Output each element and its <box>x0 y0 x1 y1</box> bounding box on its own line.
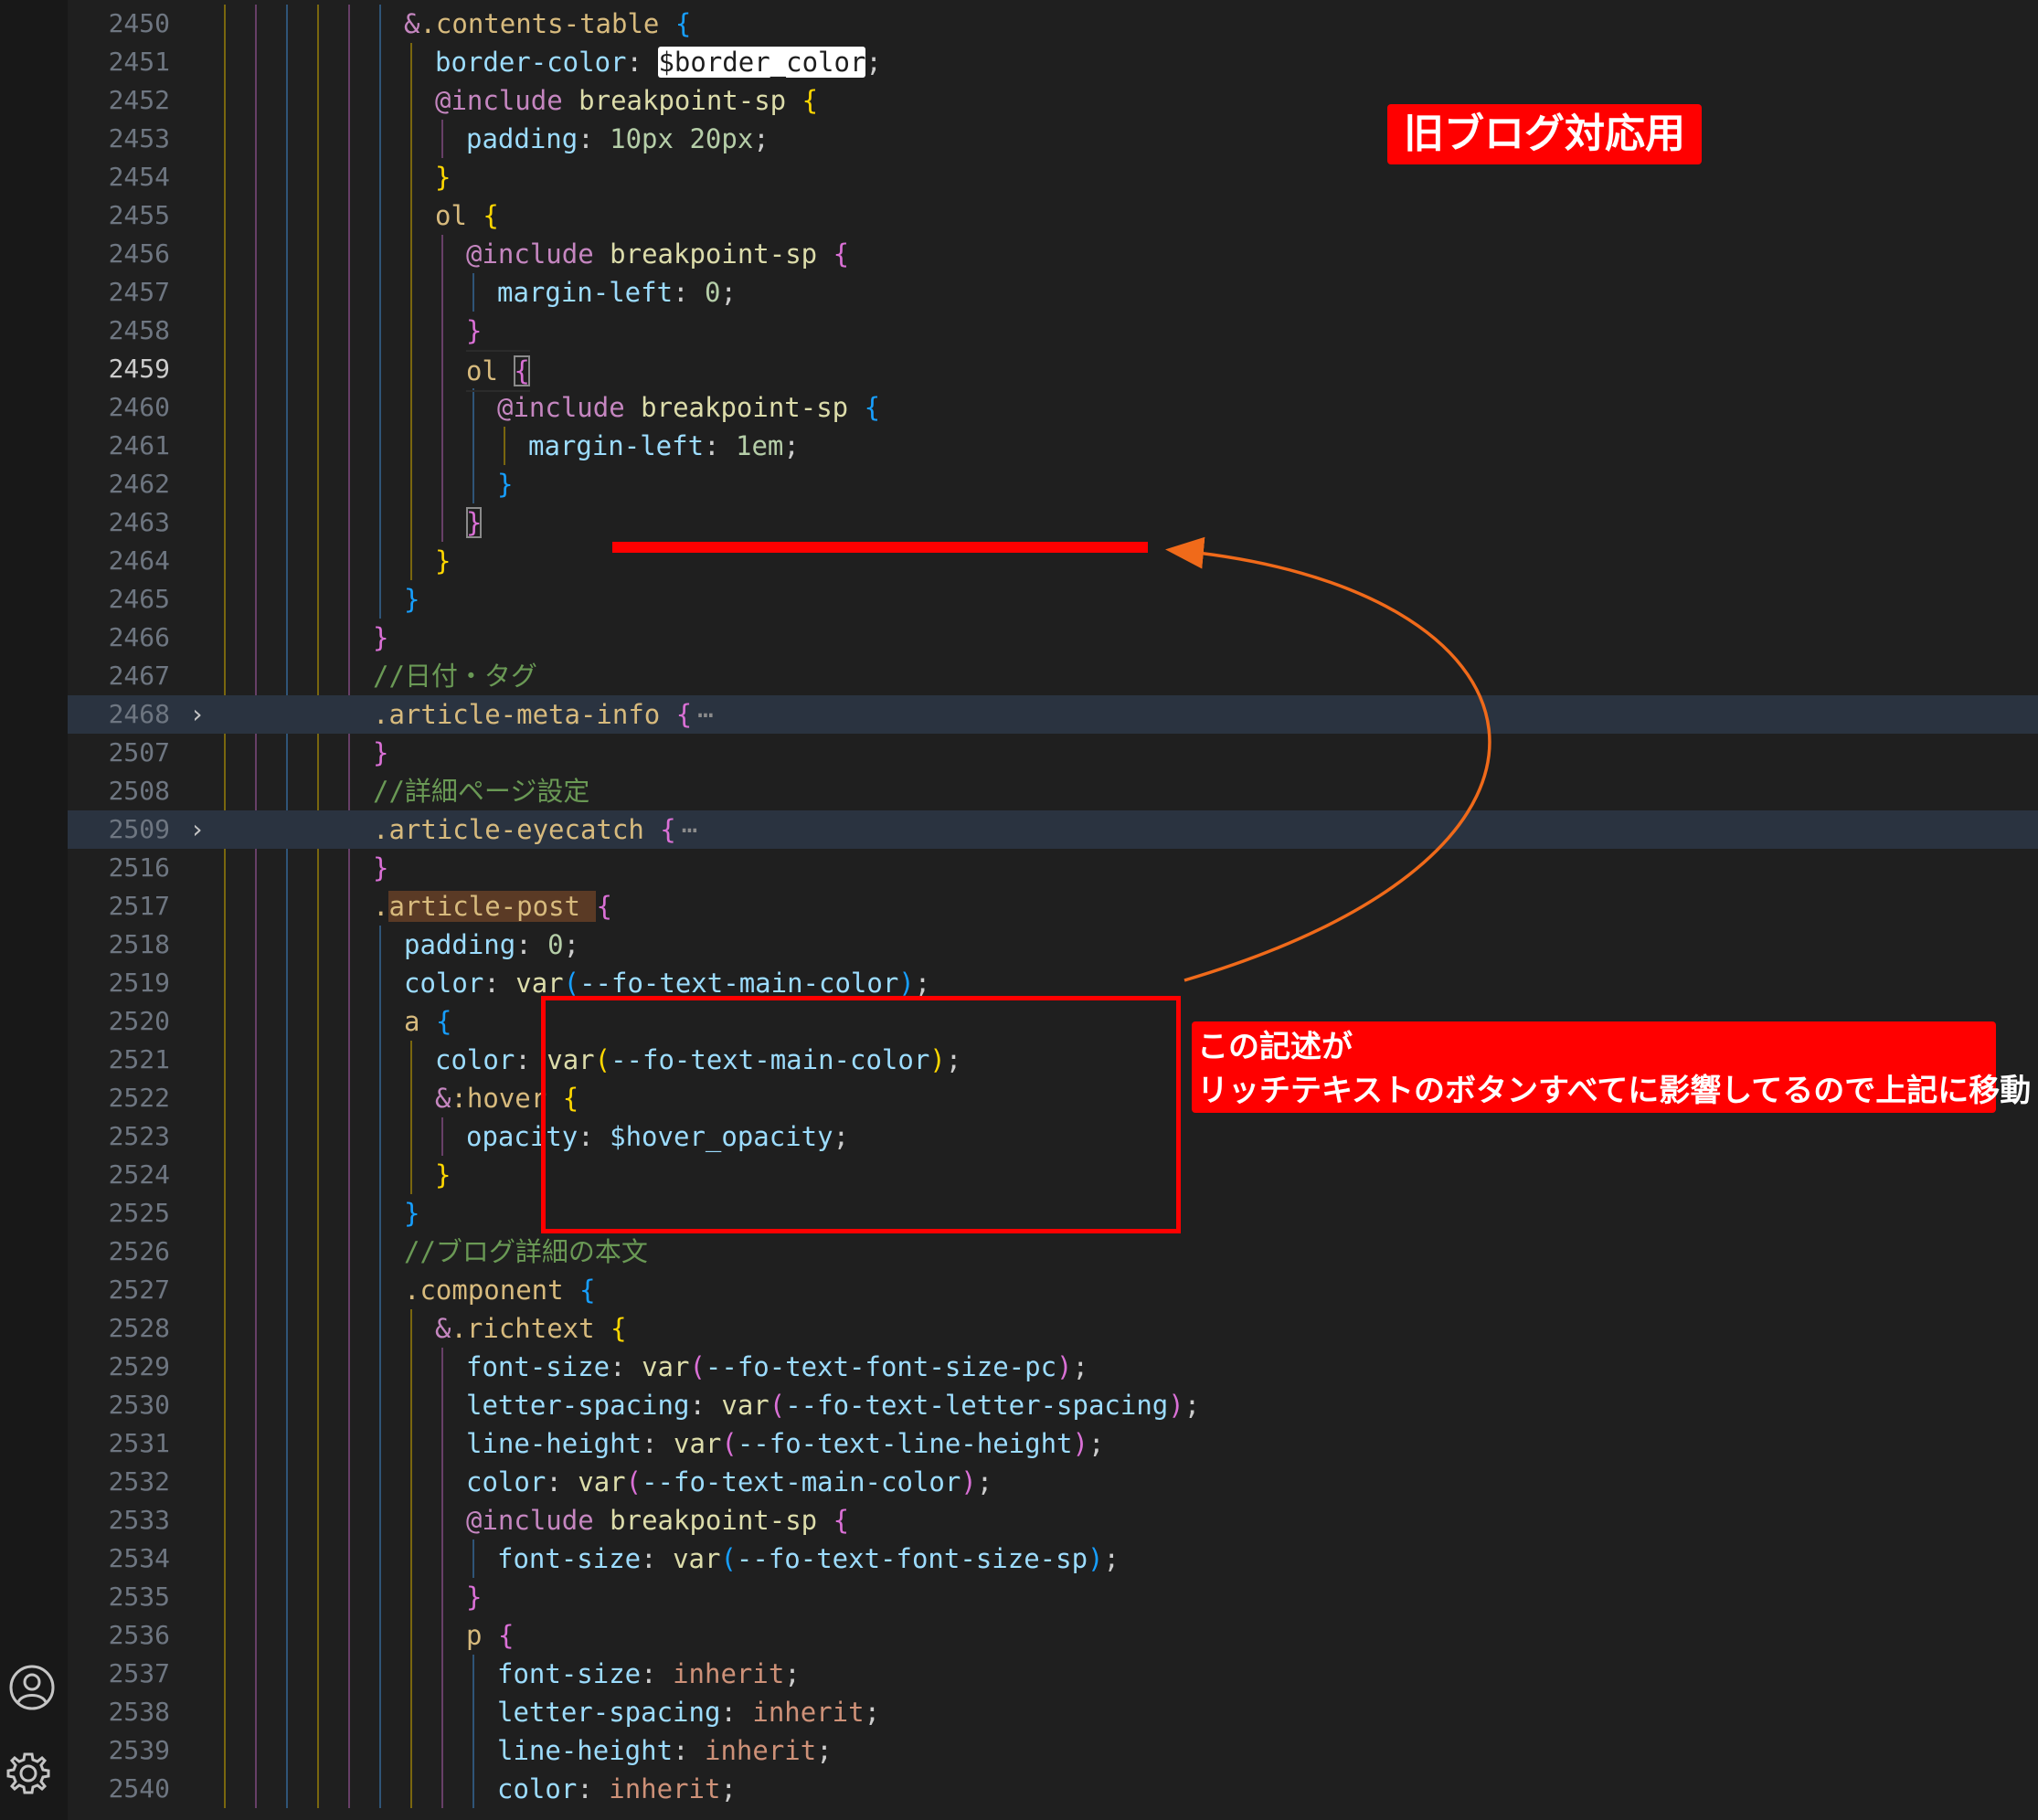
move-arrow <box>1165 536 1491 982</box>
move-note-label: この記述が リッチテキストのボタンすべてに影響してるので上記に移動 <box>1192 1021 2032 1113</box>
move-note-line-2: リッチテキストのボタンすべてに影響してるので上記に移動 <box>1197 1073 2032 1109</box>
move-note-line-1: この記述が <box>1197 1029 1353 1065</box>
old-blog-label: 旧ブログ対応用 <box>1387 104 1702 164</box>
